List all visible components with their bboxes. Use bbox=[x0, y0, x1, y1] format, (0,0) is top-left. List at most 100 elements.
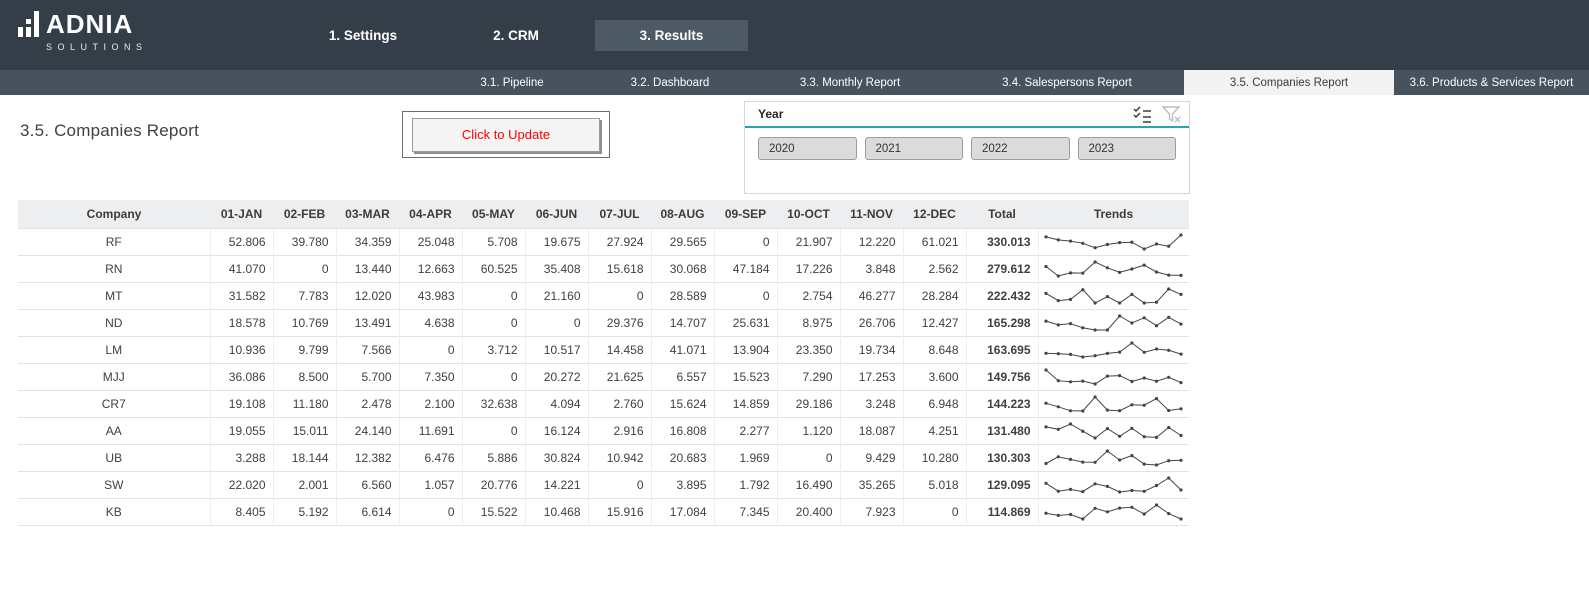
slicer-title: Year bbox=[758, 107, 1133, 121]
value-cell: 16.490 bbox=[777, 471, 840, 498]
table-row: MT31.5827.78312.02043.983021.160028.5890… bbox=[18, 282, 1189, 309]
value-cell: 13.491 bbox=[336, 309, 399, 336]
value-cell: 18.144 bbox=[273, 444, 336, 471]
slicer-item-2021[interactable]: 2021 bbox=[865, 137, 964, 160]
value-cell: 12.427 bbox=[903, 309, 966, 336]
value-cell: 7.566 bbox=[336, 336, 399, 363]
trend-sparkline bbox=[1041, 393, 1186, 415]
value-cell: 5.886 bbox=[462, 444, 525, 471]
value-cell: 2.478 bbox=[336, 390, 399, 417]
table-row: UB3.28818.14412.3826.4765.88630.82410.94… bbox=[18, 444, 1189, 471]
value-cell: 36.086 bbox=[210, 363, 273, 390]
value-cell: 2.562 bbox=[903, 255, 966, 282]
trend-sparkline bbox=[1041, 231, 1186, 253]
companies-report-table: Company01-JAN02-FEB03-MAR04-APR05-MAY06-… bbox=[18, 200, 1189, 526]
company-cell: LM bbox=[18, 336, 210, 363]
table-row: ND18.57810.76913.4914.6380029.37614.7072… bbox=[18, 309, 1189, 336]
year-slicer-header: Year bbox=[745, 102, 1189, 128]
subtab-dashboard[interactable]: 3.2. Dashboard bbox=[590, 70, 750, 95]
slicer-button-row: 2020 2021 2022 2023 bbox=[745, 128, 1189, 160]
value-cell: 8.405 bbox=[210, 498, 273, 525]
company-cell: MJJ bbox=[18, 363, 210, 390]
subtab-salespersons-report[interactable]: 3.4. Salespersons Report bbox=[950, 70, 1184, 95]
trend-sparkline bbox=[1041, 258, 1186, 280]
subtab-companies-report[interactable]: 3.5. Companies Report bbox=[1184, 70, 1394, 95]
brand-subtitle: SOLUTIONS bbox=[46, 42, 148, 52]
slicer-item-2023[interactable]: 2023 bbox=[1078, 137, 1177, 160]
value-cell: 17.253 bbox=[840, 363, 903, 390]
value-cell: 20.400 bbox=[777, 498, 840, 525]
table-row: RF52.80639.78034.35925.0485.70819.67527.… bbox=[18, 228, 1189, 255]
value-cell: 21.160 bbox=[525, 282, 588, 309]
table-row: SW22.0202.0016.5601.05720.77614.22103.89… bbox=[18, 471, 1189, 498]
value-cell: 28.284 bbox=[903, 282, 966, 309]
value-cell: 12.020 bbox=[336, 282, 399, 309]
slicer-item-2022[interactable]: 2022 bbox=[971, 137, 1070, 160]
value-cell: 9.799 bbox=[273, 336, 336, 363]
value-cell: 6.948 bbox=[903, 390, 966, 417]
value-cell: 29.565 bbox=[651, 228, 714, 255]
value-cell: 0 bbox=[462, 417, 525, 444]
column-header: Company bbox=[18, 200, 210, 228]
table-row: RN41.070013.44012.66360.52535.40815.6183… bbox=[18, 255, 1189, 282]
table-row: KB8.4055.1926.614015.52210.46815.91617.0… bbox=[18, 498, 1189, 525]
value-cell: 10.769 bbox=[273, 309, 336, 336]
value-cell: 1.969 bbox=[714, 444, 777, 471]
subtab-products-services-report[interactable]: 3.6. Products & Services Report bbox=[1394, 70, 1589, 95]
company-cell: RN bbox=[18, 255, 210, 282]
subtab-pipeline[interactable]: 3.1. Pipeline bbox=[434, 70, 590, 95]
value-cell: 11.691 bbox=[399, 417, 462, 444]
value-cell: 46.277 bbox=[840, 282, 903, 309]
value-cell: 11.180 bbox=[273, 390, 336, 417]
company-cell: KB bbox=[18, 498, 210, 525]
value-cell: 12.663 bbox=[399, 255, 462, 282]
tab-results[interactable]: 3. Results bbox=[595, 20, 748, 51]
total-cell: 130.303 bbox=[966, 444, 1038, 471]
multi-select-icon[interactable] bbox=[1133, 106, 1152, 123]
value-cell: 35.265 bbox=[840, 471, 903, 498]
company-cell: RF bbox=[18, 228, 210, 255]
clear-filter-icon[interactable] bbox=[1162, 106, 1181, 123]
value-cell: 0 bbox=[777, 444, 840, 471]
value-cell: 21.907 bbox=[777, 228, 840, 255]
value-cell: 27.924 bbox=[588, 228, 651, 255]
value-cell: 0 bbox=[273, 255, 336, 282]
app-header: ADNIA SOLUTIONS 1. Settings 2. CRM 3. Re… bbox=[0, 0, 1589, 70]
column-header: 07-JUL bbox=[588, 200, 651, 228]
subtab-bar: 3.1. Pipeline 3.2. Dashboard 3.3. Monthl… bbox=[0, 70, 1589, 95]
value-cell: 29.376 bbox=[588, 309, 651, 336]
click-to-update-button[interactable]: Click to Update bbox=[412, 118, 600, 152]
value-cell: 10.468 bbox=[525, 498, 588, 525]
value-cell: 1.792 bbox=[714, 471, 777, 498]
total-cell: 165.298 bbox=[966, 309, 1038, 336]
value-cell: 14.707 bbox=[651, 309, 714, 336]
column-header: 03-MAR bbox=[336, 200, 399, 228]
page-title: 3.5. Companies Report bbox=[20, 121, 199, 141]
value-cell: 25.631 bbox=[714, 309, 777, 336]
value-cell: 2.916 bbox=[588, 417, 651, 444]
value-cell: 2.760 bbox=[588, 390, 651, 417]
value-cell: 6.560 bbox=[336, 471, 399, 498]
tab-crm[interactable]: 2. CRM bbox=[451, 0, 581, 70]
tab-settings[interactable]: 1. Settings bbox=[298, 0, 428, 70]
value-cell: 3.248 bbox=[840, 390, 903, 417]
value-cell: 3.848 bbox=[840, 255, 903, 282]
value-cell: 26.706 bbox=[840, 309, 903, 336]
column-header: 05-MAY bbox=[462, 200, 525, 228]
value-cell: 4.251 bbox=[903, 417, 966, 444]
value-cell: 20.683 bbox=[651, 444, 714, 471]
value-cell: 12.220 bbox=[840, 228, 903, 255]
value-cell: 8.500 bbox=[273, 363, 336, 390]
total-cell: 149.756 bbox=[966, 363, 1038, 390]
column-header: 04-APR bbox=[399, 200, 462, 228]
value-cell: 39.780 bbox=[273, 228, 336, 255]
slicer-item-2020[interactable]: 2020 bbox=[758, 137, 857, 160]
value-cell: 6.557 bbox=[651, 363, 714, 390]
value-cell: 25.048 bbox=[399, 228, 462, 255]
value-cell: 16.808 bbox=[651, 417, 714, 444]
value-cell: 1.057 bbox=[399, 471, 462, 498]
value-cell: 7.923 bbox=[840, 498, 903, 525]
table-row: LM10.9369.7997.56603.71210.51714.45841.0… bbox=[18, 336, 1189, 363]
adnia-logo: ADNIA SOLUTIONS bbox=[18, 11, 148, 52]
subtab-monthly-report[interactable]: 3.3. Monthly Report bbox=[750, 70, 950, 95]
